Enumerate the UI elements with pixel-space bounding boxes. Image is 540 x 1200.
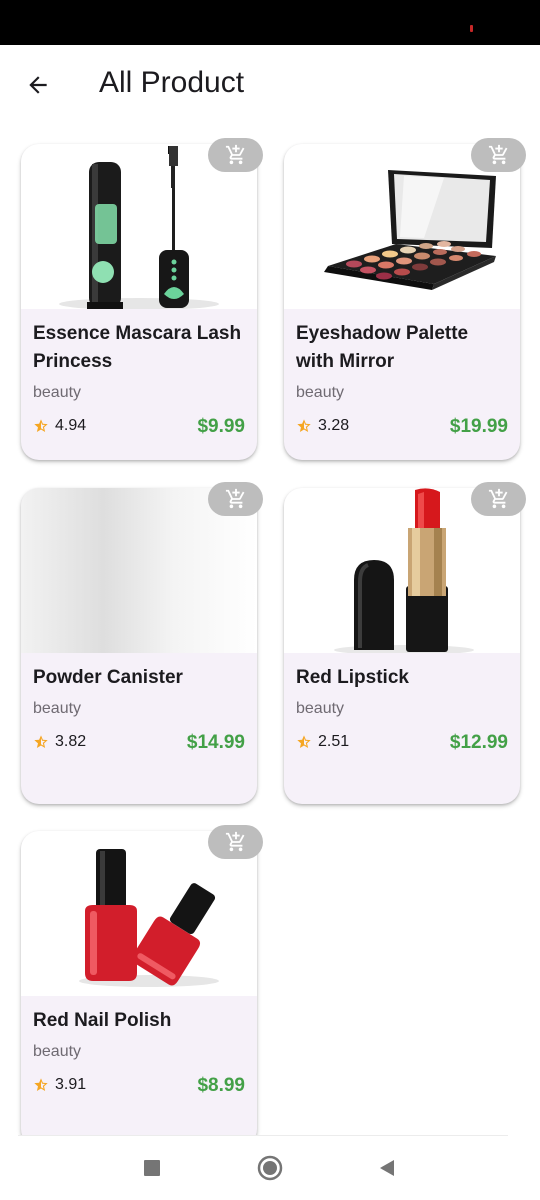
product-rating: 3.91 (33, 1076, 86, 1094)
product-category: beauty (33, 700, 82, 717)
product-name: Essence Mascara Lash Princess (33, 323, 242, 372)
star-half-icon (297, 735, 311, 748)
add-shopping-cart-icon (225, 488, 244, 509)
star-half-icon (34, 419, 48, 432)
product-card[interactable]: Essence Mascara Lash Princess beauty 4.9… (21, 138, 263, 460)
circle-home-icon (257, 1155, 283, 1181)
product-name: Powder Canister (33, 667, 183, 688)
rating-value: 4.94 (55, 417, 87, 434)
product-rating: 3.82 (33, 733, 86, 751)
product-category: beauty (33, 1043, 82, 1060)
add-to-cart-button[interactable] (208, 825, 263, 859)
home-button[interactable] (257, 1155, 283, 1181)
rating-value: 2.51 (318, 733, 350, 750)
product-card[interactable]: Red Nail Polish beauty 3.91 $8.99 (21, 825, 263, 1147)
star-half-icon (297, 419, 311, 432)
back-button[interactable] (18, 65, 58, 105)
status-bar (0, 0, 540, 45)
product-rating: 3.28 (296, 417, 349, 435)
arrow-back-icon (29, 76, 47, 94)
rating-value: 3.28 (318, 417, 350, 434)
product-category: beauty (33, 384, 82, 401)
product-category: beauty (296, 384, 345, 401)
product-card[interactable]: Powder Canister beauty 3.82 $14.99 (21, 482, 263, 804)
add-to-cart-button[interactable] (208, 482, 263, 516)
product-price: $8.99 (197, 1075, 245, 1096)
product-category: beauty (296, 700, 345, 717)
add-to-cart-button[interactable] (471, 138, 526, 172)
square-stop-icon (144, 1160, 160, 1176)
star-half-icon (34, 1078, 48, 1091)
product-rating: 2.51 (296, 733, 349, 751)
product-card[interactable]: Red Lipstick beauty 2.51 $12.99 (284, 482, 526, 804)
add-shopping-cart-icon (488, 488, 507, 509)
product-price: $9.99 (197, 416, 245, 437)
rating-value: 3.82 (55, 733, 87, 750)
product-card[interactable]: Eyeshadow Palette with Mirror beauty 3.2… (284, 138, 526, 460)
page-title: All Product (99, 66, 245, 99)
product-name: Red Nail Polish (33, 1010, 172, 1031)
add-shopping-cart-icon (488, 144, 507, 165)
divider (18, 1135, 508, 1136)
system-back-button[interactable] (374, 1155, 400, 1181)
recents-button[interactable] (139, 1155, 165, 1181)
system-nav-bar (0, 1135, 540, 1200)
app-bar: All Product (0, 45, 540, 121)
product-rating: 4.94 (33, 417, 86, 435)
product-price: $12.99 (449, 732, 508, 753)
add-shopping-cart-icon (225, 144, 244, 165)
add-to-cart-button[interactable] (471, 482, 526, 516)
add-shopping-cart-icon (225, 831, 244, 852)
product-price: $19.99 (449, 416, 508, 437)
add-to-cart-button[interactable] (208, 138, 263, 172)
product-name: Red Lipstick (296, 667, 409, 688)
product-price: $14.99 (186, 732, 245, 753)
rating-value: 3.91 (55, 1076, 87, 1093)
product-name: Eyeshadow Palette with Mirror (296, 323, 469, 372)
triangle-back-icon (380, 1160, 394, 1176)
recording-indicator (470, 25, 473, 32)
star-half-icon (34, 735, 48, 748)
